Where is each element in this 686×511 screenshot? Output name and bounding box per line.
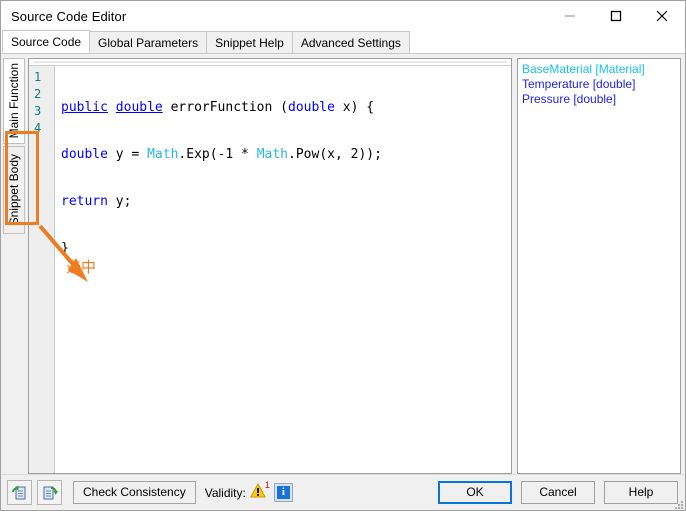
line-number-gutter: 1 2 3 4 (29, 66, 55, 473)
code-line-3: return y; (61, 194, 132, 209)
ok-button[interactable]: OK (438, 481, 512, 504)
dialog-button-row: OK Cancel Help (429, 481, 678, 504)
warning-triangle-icon[interactable]: 1 (249, 479, 270, 503)
code-line-1: public double errorFunction (double x) { (61, 100, 375, 115)
editor-body: 1 2 3 4 public double errorFunction (dou… (29, 66, 511, 473)
code-editor[interactable]: 1 2 3 4 public double errorFunction (dou… (28, 58, 512, 474)
tab-bar: Source Code Global Parameters Snippet He… (1, 30, 685, 54)
source-code-editor-window: Source Code Editor Source Code Global Pa… (0, 0, 686, 511)
tab-source-code[interactable]: Source Code (2, 30, 91, 53)
source-code-panel: Main Function Snippet Body 1 2 3 4 publi… (1, 54, 685, 474)
resize-grip[interactable] (673, 499, 683, 509)
document-export-icon[interactable] (37, 480, 62, 505)
vertical-tab-main-function-label: Main Function (7, 63, 21, 139)
code-text-area[interactable]: public double errorFunction (double x) {… (55, 66, 511, 473)
editor-horizontal-scrollbar[interactable] (29, 59, 511, 66)
title-bar: Source Code Editor (1, 1, 685, 31)
tab-global-parameters[interactable]: Global Parameters (89, 31, 208, 53)
list-item[interactable]: BaseMaterial [Material] (522, 62, 676, 77)
list-item[interactable]: Pressure [double] (522, 92, 676, 107)
info-icon[interactable]: i (273, 483, 293, 502)
line-number: 4 (34, 121, 42, 135)
bottom-toolbar: Check Consistency Validity: 1 i OK Cance… (1, 474, 685, 510)
vertical-tab-snippet-body-label: Snippet Body (7, 154, 21, 226)
vertical-tab-snippet-body[interactable]: Snippet Body (3, 146, 25, 234)
list-item[interactable]: Temperature [double] (522, 77, 676, 92)
parameters-list[interactable]: BaseMaterial [Material] Temperature [dou… (517, 58, 681, 474)
info-glyph: i (276, 486, 290, 499)
code-line-2: double y = Math.Exp(-1 * Math.Pow(x, 2))… (61, 147, 382, 162)
line-number: 1 (34, 70, 42, 84)
tab-snippet-help[interactable]: Snippet Help (206, 31, 293, 53)
maximize-icon[interactable] (593, 1, 639, 31)
line-number: 3 (34, 104, 42, 118)
document-import-icon[interactable] (7, 480, 32, 505)
line-number: 2 (34, 87, 42, 101)
validity-label: Validity: (204, 485, 246, 500)
close-icon[interactable] (639, 1, 685, 31)
window-title: Source Code Editor (11, 8, 127, 24)
help-button[interactable]: Help (604, 481, 678, 504)
cancel-button[interactable]: Cancel (521, 481, 595, 504)
vertical-tab-rail: Main Function Snippet Body (3, 58, 27, 474)
window-controls (547, 1, 685, 31)
warning-count: 1 (264, 479, 270, 490)
vertical-tab-main-function[interactable]: Main Function (3, 58, 25, 144)
code-line-4: } (61, 241, 69, 256)
minimize-icon[interactable] (547, 1, 593, 31)
check-consistency-button[interactable]: Check Consistency (73, 481, 196, 504)
tab-advanced-settings[interactable]: Advanced Settings (291, 31, 410, 53)
